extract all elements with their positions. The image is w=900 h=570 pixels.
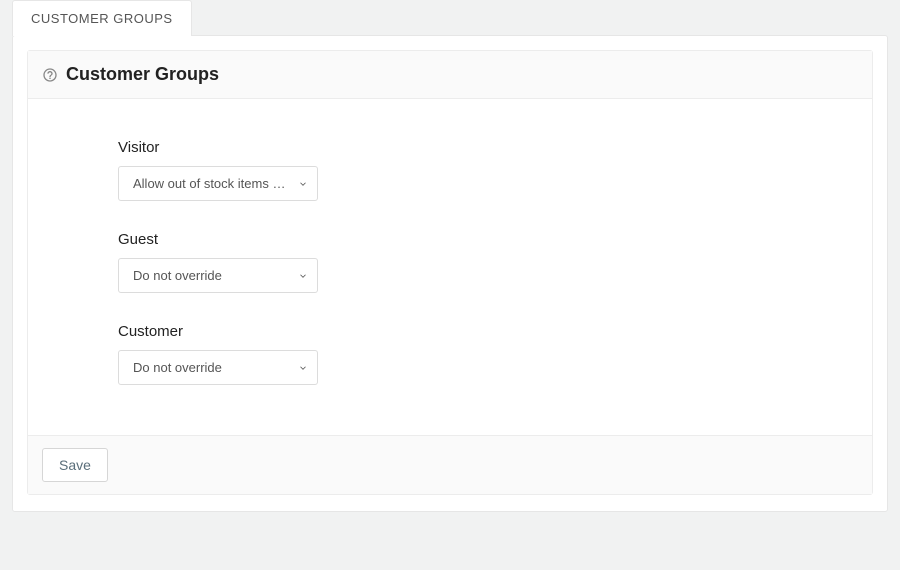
visitor-label: Visitor	[118, 139, 858, 156]
tab-label: CUSTOMER GROUPS	[31, 11, 173, 26]
panel-body: Visitor Allow out of stock items to be a…	[28, 99, 872, 435]
guest-label: Guest	[118, 231, 858, 248]
customer-select[interactable]: Do not override Allow out of stock items…	[118, 350, 318, 385]
form-group-guest: Guest Do not override Allow out of stock…	[118, 231, 858, 293]
customer-label: Customer	[118, 323, 858, 340]
save-button[interactable]: Save	[42, 448, 108, 482]
tab-content: Customer Groups Visitor Allow out of sto…	[12, 35, 888, 512]
tab-customer-groups[interactable]: CUSTOMER GROUPS	[12, 0, 192, 36]
guest-select[interactable]: Do not override Allow out of stock items…	[118, 258, 318, 293]
form-group-customer: Customer Do not override Allow out of st…	[118, 323, 858, 385]
customer-groups-panel: Customer Groups Visitor Allow out of sto…	[27, 50, 873, 495]
panel-header: Customer Groups	[28, 51, 872, 99]
form-group-visitor: Visitor Allow out of stock items to be a…	[118, 139, 858, 201]
panel-title: Customer Groups	[66, 64, 219, 85]
visitor-select[interactable]: Allow out of stock items to be added to …	[118, 166, 318, 201]
panel-footer: Save	[28, 435, 872, 494]
help-icon	[42, 67, 58, 83]
save-button-label: Save	[59, 457, 91, 473]
